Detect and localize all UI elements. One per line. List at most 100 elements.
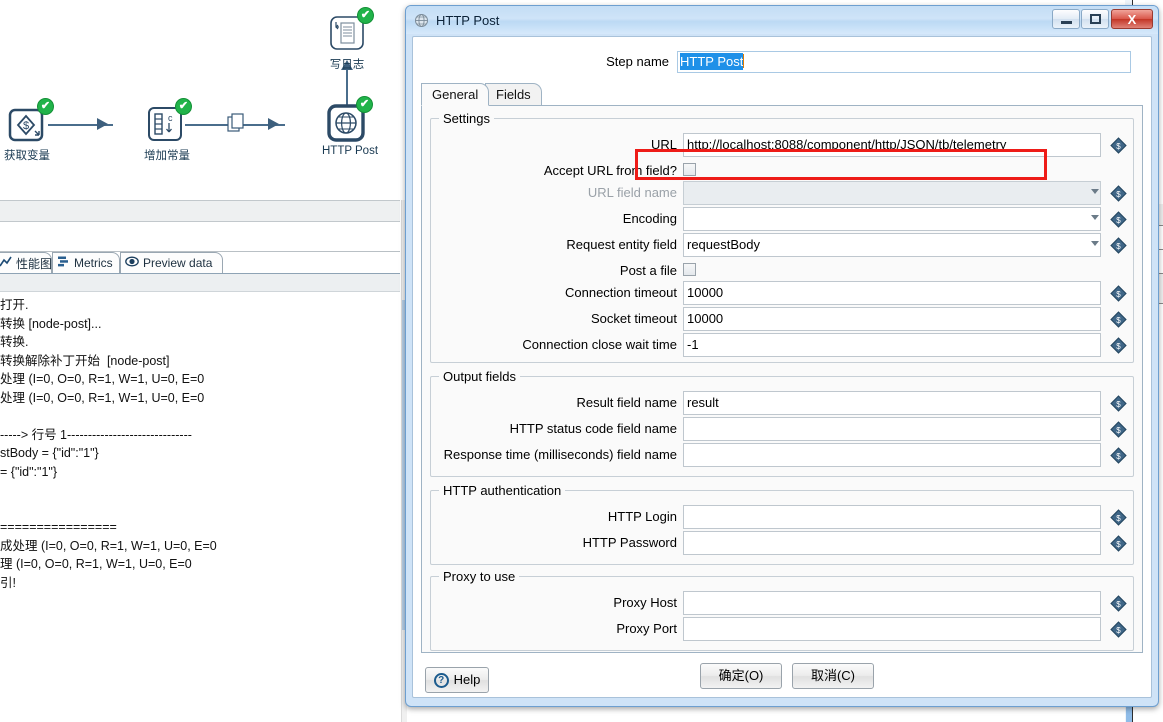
bottom-tab-metrics[interactable]: Metrics xyxy=(52,252,120,273)
proxy-host-input[interactable] xyxy=(683,591,1101,615)
close-button[interactable]: X xyxy=(1111,9,1153,29)
socket-timeout-input[interactable]: 10000 xyxy=(683,307,1101,331)
variable-indicator-icon[interactable]: $ xyxy=(1110,621,1127,638)
svg-text:$: $ xyxy=(1116,316,1121,325)
request-entity-field-combo[interactable]: requestBody xyxy=(683,233,1101,257)
field-row-response-time-field-name: Response time (milliseconds) field name … xyxy=(431,443,1133,469)
variable-indicator-icon[interactable]: $ xyxy=(1110,421,1127,438)
step-status-check-icon: ✔ xyxy=(175,98,192,115)
group-proxy-to-use: Proxy to use Proxy Host $ Proxy Port $ xyxy=(430,569,1134,651)
field-label-http-password: HTTP Password xyxy=(582,535,677,550)
group-output-fields: Output fields Result field name result $… xyxy=(430,369,1134,477)
field-label-connection-timeout: Connection timeout xyxy=(564,285,677,300)
close-icon: X xyxy=(1127,11,1137,27)
canvas-step-write-to-log[interactable]: ✔ 写日志 xyxy=(326,7,374,72)
svg-text:$: $ xyxy=(1116,216,1121,225)
minimize-button[interactable] xyxy=(1052,9,1080,29)
performance-graph-icon xyxy=(0,255,12,271)
http-status-code-field-name-input[interactable] xyxy=(683,417,1101,441)
dialog-tabbar[interactable]: General Fields xyxy=(421,83,1143,106)
svg-text:$: $ xyxy=(1116,600,1121,609)
ok-button[interactable]: 确定(O) xyxy=(700,663,782,689)
svg-text:c: c xyxy=(168,113,173,123)
variable-indicator-icon[interactable]: $ xyxy=(1110,285,1127,302)
tab-general[interactable]: General xyxy=(421,83,490,106)
connection-timeout-input[interactable]: 10000 xyxy=(683,281,1101,305)
response-time-field-name-input[interactable] xyxy=(683,443,1101,467)
svg-text:$: $ xyxy=(1116,426,1121,435)
tab-fields[interactable]: Fields xyxy=(485,83,542,106)
variable-indicator-icon[interactable]: $ xyxy=(1110,185,1127,202)
encoding-combo[interactable] xyxy=(683,207,1101,231)
group-http-authentication: HTTP authentication HTTP Login $ HTTP Pa… xyxy=(430,483,1134,565)
step-name-value: HTTP Post xyxy=(680,53,744,70)
variable-indicator-icon[interactable]: $ xyxy=(1110,137,1127,154)
accept-url-from-field-checkbox[interactable] xyxy=(683,163,696,176)
svg-text:$: $ xyxy=(1116,342,1121,351)
field-row-proxy-host: Proxy Host $ xyxy=(431,591,1133,617)
svg-text:$: $ xyxy=(1116,514,1121,523)
field-row-http-status-code-field-name: HTTP status code field name $ xyxy=(431,417,1133,443)
tab-label: Fields xyxy=(496,87,531,102)
variable-indicator-icon[interactable]: $ xyxy=(1110,237,1127,254)
dialog-title: HTTP Post xyxy=(436,12,500,28)
group-label: Output fields xyxy=(439,369,520,384)
maximize-button[interactable] xyxy=(1081,9,1109,29)
http-post-dialog[interactable]: HTTP Post X Step name HTTP Post General … xyxy=(405,5,1159,707)
field-label-request-entity-field: Request entity field xyxy=(566,237,677,252)
url-input[interactable]: http://localhost:8088/component/http/JSO… xyxy=(683,133,1101,157)
hop-arrow-1 xyxy=(97,118,108,130)
bottom-panel-tabbar[interactable]: 性能图 Metrics Preview data xyxy=(0,252,408,274)
variable-indicator-icon[interactable]: $ xyxy=(1110,337,1127,354)
bottom-tab-performance-graph[interactable]: 性能图 xyxy=(0,252,52,273)
bottom-tab-preview-data[interactable]: Preview data xyxy=(120,252,223,273)
post-a-file-checkbox[interactable] xyxy=(683,263,696,276)
variable-indicator-icon[interactable]: $ xyxy=(1110,311,1127,328)
help-button[interactable]: ? Help xyxy=(425,667,489,693)
field-row-result-field-name: Result field name result $ xyxy=(431,391,1133,417)
svg-text:$: $ xyxy=(1116,142,1121,151)
canvas-step-add-constants[interactable]: c ✔ 增加常量 xyxy=(144,98,192,163)
canvas-step-get-variables[interactable]: $ ✔ 获取变量 xyxy=(2,98,54,163)
chevron-down-icon[interactable] xyxy=(1091,189,1099,194)
group-label: Settings xyxy=(439,111,494,126)
tab-label: General xyxy=(432,87,479,102)
svg-text:$: $ xyxy=(1116,452,1121,461)
url-field-name-combo[interactable] xyxy=(683,181,1101,205)
question-mark-icon: ? xyxy=(433,672,449,688)
field-row-proxy-port: Proxy Port $ xyxy=(431,617,1133,643)
http-password-input[interactable] xyxy=(683,531,1101,555)
field-row-url-field-name: URL field name $ xyxy=(431,181,1133,207)
globe-icon xyxy=(414,13,429,28)
text-caret xyxy=(743,54,745,68)
field-label-response-time-field-name: Response time (milliseconds) field name xyxy=(443,447,677,462)
field-row-encoding: Encoding $ xyxy=(431,207,1133,233)
http-login-input[interactable] xyxy=(683,505,1101,529)
chevron-down-icon[interactable] xyxy=(1091,241,1099,246)
help-button-label: Help xyxy=(453,672,481,687)
field-row-connection-timeout: Connection timeout 10000 $ xyxy=(431,281,1133,307)
get-variables-icon: $ ✔ xyxy=(7,98,54,145)
variable-indicator-icon[interactable]: $ xyxy=(1110,509,1127,526)
result-field-name-input[interactable]: result xyxy=(683,391,1101,415)
ok-button-label: 确定(O) xyxy=(718,668,764,683)
variable-indicator-icon[interactable]: $ xyxy=(1110,395,1127,412)
chevron-down-icon[interactable] xyxy=(1091,215,1099,220)
canvas-step-label: 增加常量 xyxy=(144,150,190,162)
proxy-port-input[interactable] xyxy=(683,617,1101,641)
canvas-step-http-post[interactable]: ✔ HTTP Post xyxy=(322,96,378,157)
variable-indicator-icon[interactable]: $ xyxy=(1110,211,1127,228)
variable-indicator-icon[interactable]: $ xyxy=(1110,447,1127,464)
dialog-body: Step name HTTP Post General Fields Setti… xyxy=(412,36,1152,698)
group-label: HTTP authentication xyxy=(439,483,566,498)
connection-close-wait-time-input[interactable]: -1 xyxy=(683,333,1101,357)
step-name-input[interactable]: HTTP Post xyxy=(677,51,1131,73)
field-row-socket-timeout: Socket timeout 10000 $ xyxy=(431,307,1133,333)
dialog-titlebar[interactable]: HTTP Post X xyxy=(406,6,1158,34)
variable-indicator-icon[interactable]: $ xyxy=(1110,535,1127,552)
transformation-canvas[interactable]: $ ✔ 获取变量 c ✔ 增加常量 ✔ HTTP Post ✔ 写日志 xyxy=(0,0,408,200)
svg-text:$: $ xyxy=(1116,540,1121,549)
cancel-button[interactable]: 取消(C) xyxy=(792,663,874,689)
variable-indicator-icon[interactable]: $ xyxy=(1110,595,1127,612)
field-label-connection-close-wait-time: Connection close wait time xyxy=(522,337,677,352)
